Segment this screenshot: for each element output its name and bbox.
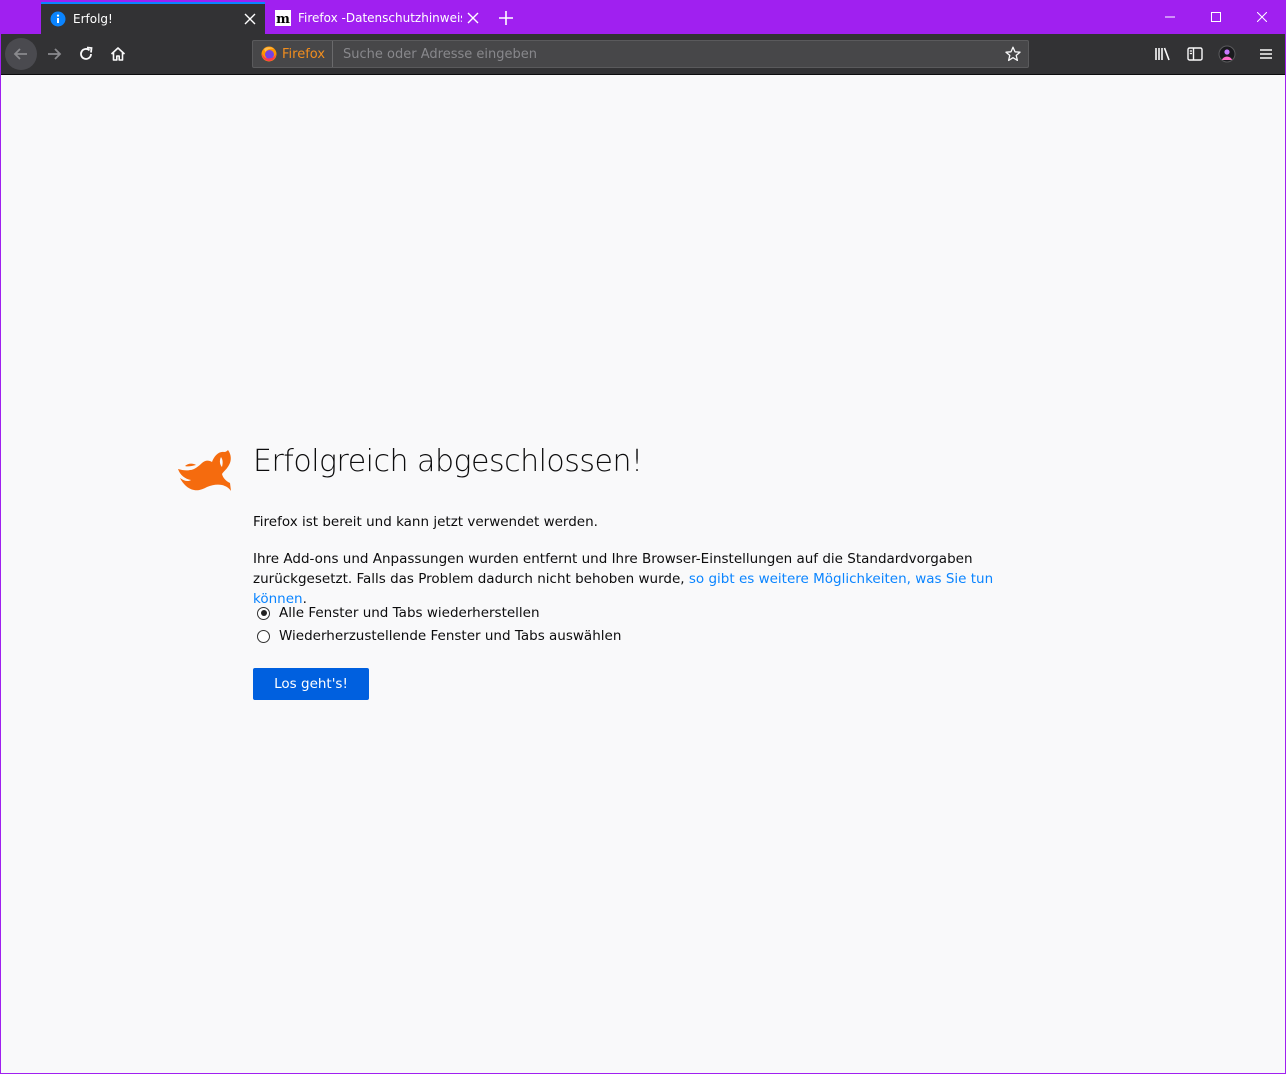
- choose-restore-option[interactable]: Wiederherzustellende Fenster und Tabs au…: [257, 628, 621, 644]
- firefox-logo-icon: [261, 46, 277, 62]
- reload-icon: [80, 46, 93, 60]
- home-icon: [110, 47, 126, 61]
- tab-strip: Erfolg! m Firefox -Datenschutzhinweis —: [1, 0, 1285, 34]
- tab-datenschutzhinweis[interactable]: m Firefox -Datenschutzhinweis —: [266, 2, 488, 34]
- tab-label: Firefox -Datenschutzhinweis —: [298, 11, 462, 25]
- menu-button[interactable]: [1250, 38, 1282, 70]
- restore-all-label: Alle Fenster und Tabs wiederherstellen: [279, 605, 540, 621]
- svg-text:m: m: [276, 12, 290, 26]
- url-bar[interactable]: Firefox: [252, 40, 1029, 68]
- back-button[interactable]: [5, 38, 37, 70]
- fox-illustration-icon: [178, 450, 231, 491]
- reload-button[interactable]: [70, 38, 102, 70]
- home-button[interactable]: [102, 38, 134, 70]
- browser-window: Erfolg! m Firefox -Datenschutzhinweis —: [1, 0, 1285, 1073]
- library-button[interactable]: [1147, 38, 1179, 70]
- reset-message: Ihre Add-ons und Anpassungen wurden entf…: [253, 549, 1043, 609]
- close-icon: [1257, 12, 1267, 22]
- page-content: Erfolgreich abgeschlossen! Firefox ist b…: [1, 75, 1285, 1073]
- new-tab-button[interactable]: [493, 6, 519, 30]
- page-title: Erfolgreich abgeschlossen!: [253, 444, 643, 479]
- maximize-button[interactable]: [1193, 0, 1239, 34]
- sidebar-icon: [1187, 47, 1203, 61]
- info-icon: [50, 11, 66, 27]
- choose-restore-radio[interactable]: [257, 629, 270, 643]
- sidebar-button[interactable]: [1179, 38, 1211, 70]
- tab-erfolg[interactable]: Erfolg!: [41, 2, 265, 34]
- plus-icon: [499, 11, 513, 25]
- bookmark-star-icon[interactable]: [1000, 46, 1026, 62]
- identity-label: Firefox: [282, 46, 326, 62]
- forward-arrow-icon: [48, 48, 62, 60]
- navigation-toolbar: Firefox: [1, 34, 1285, 75]
- close-tab-icon[interactable]: [462, 7, 484, 29]
- avatar-icon: [1218, 45, 1236, 63]
- forward-button[interactable]: [38, 38, 70, 70]
- ready-message: Firefox ist bereit und kann jetzt verwen…: [253, 514, 598, 530]
- maximize-icon: [1211, 12, 1221, 22]
- restore-all-radio[interactable]: [257, 606, 270, 620]
- choose-restore-label: Wiederherzustellende Fenster und Tabs au…: [279, 628, 622, 644]
- hamburger-menu-icon: [1260, 49, 1272, 59]
- close-window-button[interactable]: [1239, 0, 1285, 34]
- address-input[interactable]: [341, 45, 1000, 63]
- minimize-icon: [1165, 16, 1175, 18]
- identity-box[interactable]: Firefox: [253, 41, 334, 67]
- minimize-button[interactable]: [1147, 0, 1193, 34]
- close-tab-icon[interactable]: [239, 8, 261, 30]
- m-favicon-icon: m: [275, 10, 291, 26]
- library-icon: [1155, 47, 1170, 61]
- tab-label: Erfolg!: [73, 12, 113, 26]
- account-button[interactable]: [1211, 38, 1243, 70]
- restore-all-option[interactable]: Alle Fenster und Tabs wiederherstellen: [257, 605, 540, 621]
- lets-go-button[interactable]: Los geht's!: [253, 668, 369, 700]
- back-arrow-icon: [13, 48, 27, 60]
